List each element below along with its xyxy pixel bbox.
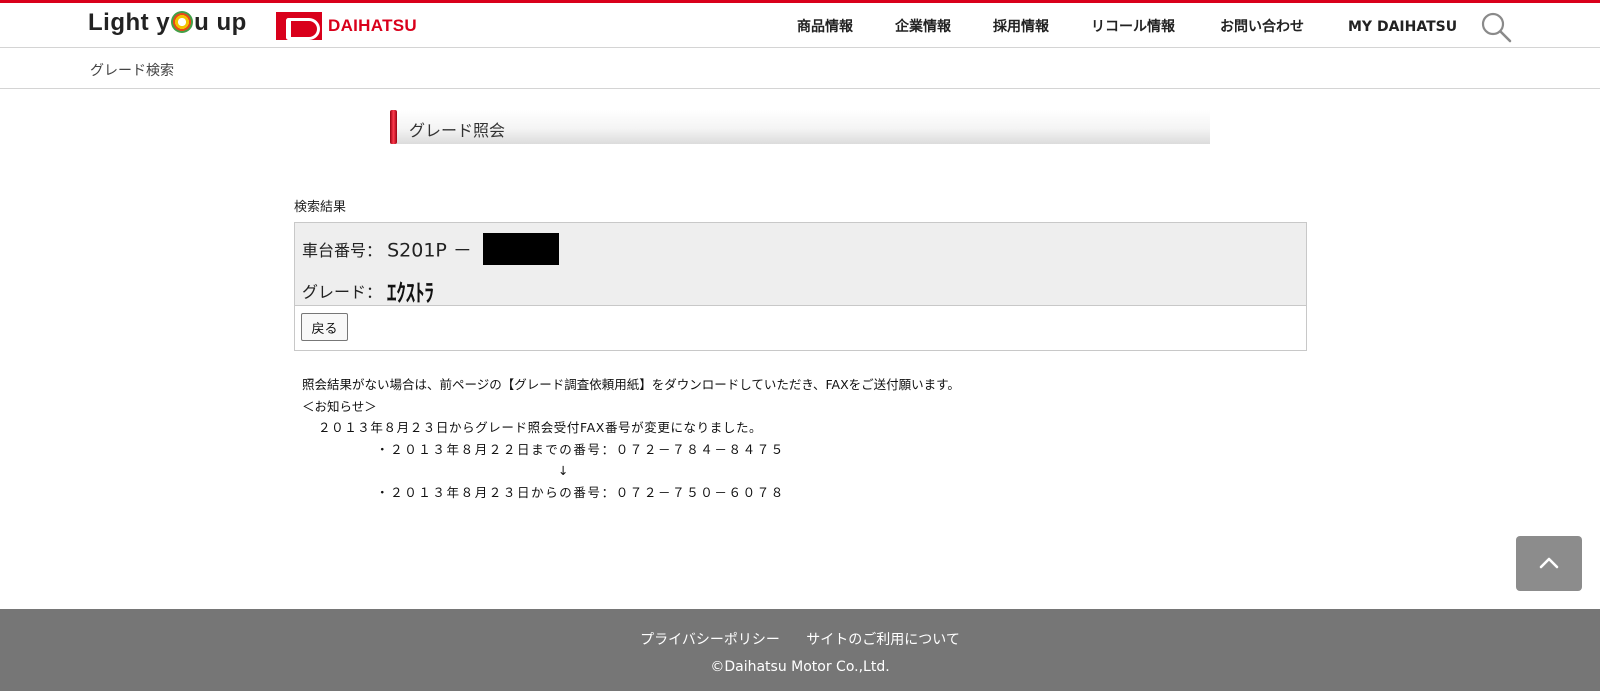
chassis-number-label: 車台番号：: [302, 241, 383, 260]
nav-recall[interactable]: リコール情報: [1091, 16, 1175, 38]
footer-links: プライバシーポリシー サイトのご利用について: [0, 629, 1600, 649]
result-details: 車台番号： S201P － グレード： ｴｸｽﾄﾗ: [295, 223, 1306, 308]
down-arrow: ↓: [558, 463, 569, 478]
grade-label: グレード：: [302, 282, 383, 302]
title-accent-bar: [390, 110, 397, 144]
breadcrumb-bar: グレード検索: [0, 48, 1600, 89]
nav-products[interactable]: 商品情報: [797, 16, 853, 38]
result-box: 車台番号： S201P － グレード： ｴｸｽﾄﾗ 戻る: [294, 222, 1307, 351]
site-footer: プライバシーポリシー サイトのご利用について ©Daihatsu Motor C…: [0, 609, 1600, 691]
no-result-instruction: 照会結果がない場合は、前ページの【グレード調査依頼用紙】をダウンロードしていただ…: [302, 377, 960, 392]
privacy-policy-link[interactable]: プライバシーポリシー: [640, 632, 780, 648]
scroll-to-top-button[interactable]: [1516, 536, 1582, 591]
site-header: Light yu up DAIHATSU 商品情報 企業情報 採用情報 リコール…: [0, 3, 1600, 48]
grade-value: ｴｸｽﾄﾗ: [387, 279, 434, 307]
copyright: ©Daihatsu Motor Co.,Ltd.: [710, 659, 890, 675]
notice-heading: ＜お知らせ＞: [302, 398, 377, 414]
nav-my-daihatsu[interactable]: MY DAIHATSU: [1348, 16, 1457, 38]
nav-recruit[interactable]: 採用情報: [993, 16, 1049, 38]
old-fax-number: ・２０１３年８月２２日までの番号：０７２－７８４－８４７５: [376, 441, 785, 457]
site-terms-link[interactable]: サイトのご利用について: [806, 632, 960, 648]
new-fax-number: ・２０１３年８月２３日からの番号：０７２－７５０－６０７８: [376, 484, 785, 500]
global-nav: 商品情報 企業情報 採用情報 リコール情報 お問い合わせ MY DAIHATSU: [0, 16, 1600, 38]
search-icon[interactable]: [1480, 11, 1512, 43]
chassis-number-value: S201P －: [387, 239, 472, 262]
back-button[interactable]: 戻る: [301, 313, 348, 341]
search-results-label: 検索結果: [294, 200, 347, 215]
breadcrumb: グレード検索: [90, 63, 174, 79]
chevron-up-icon: [1539, 557, 1559, 569]
notice-text: 照会結果がない場合は、前ページの【グレード調査依頼用紙】をダウンロードしていただ…: [302, 374, 960, 503]
redacted-chassis-serial: [483, 233, 560, 265]
page-title: グレード照会: [409, 121, 506, 140]
nav-corporate[interactable]: 企業情報: [895, 16, 951, 38]
nav-contact[interactable]: お問い合わせ: [1220, 16, 1304, 38]
grade-row: グレード： ｴｸｽﾄﾗ: [302, 273, 447, 308]
chassis-number-row: 車台番号： S201P －: [302, 233, 560, 265]
page-title-banner: グレード照会: [390, 110, 1210, 144]
fax-change-notice: ２０１３年８月２３日からグレード照会受付FAX番号が変更になりました。: [318, 420, 763, 435]
